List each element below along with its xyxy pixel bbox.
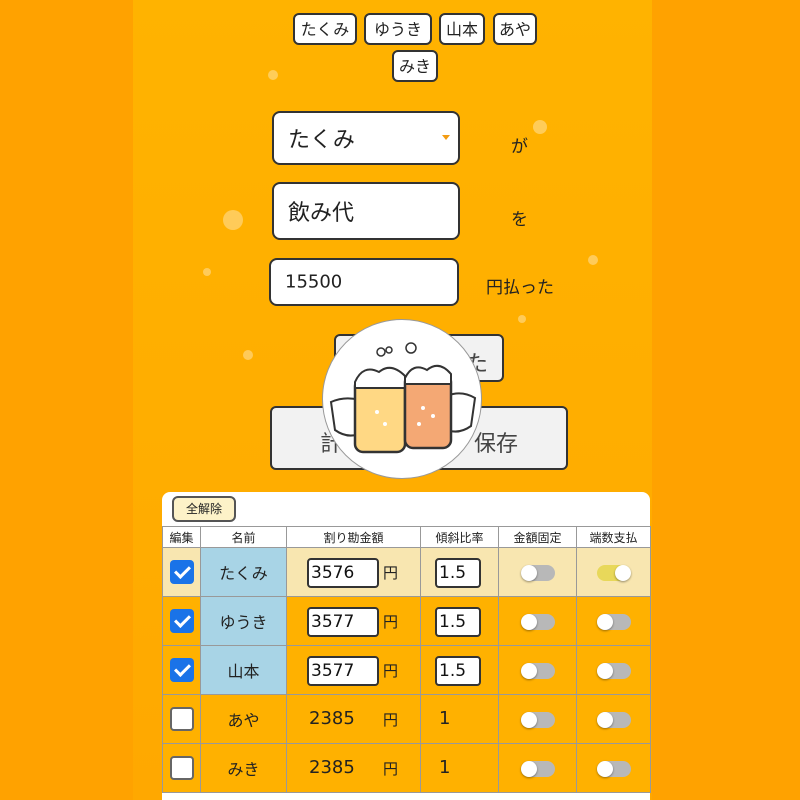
clear-all-button[interactable]: 全解除 bbox=[172, 496, 236, 522]
member-chip[interactable]: たくみ bbox=[293, 13, 357, 45]
table-header-row: 編集 名前 割り勘金額 傾斜比率 金額固定 端数支払 bbox=[162, 526, 651, 548]
bubble bbox=[533, 120, 547, 134]
edit-checkbox[interactable] bbox=[169, 609, 194, 633]
bubble bbox=[203, 268, 211, 276]
row-name: 山本 bbox=[200, 645, 287, 695]
table-body: たくみ 3576 円 1.5 ゆうき 3577 円 1.5 山本 3577 円 1.5 bbox=[162, 547, 651, 793]
bubble bbox=[243, 350, 253, 360]
item-suffix: を bbox=[511, 210, 528, 230]
fraction-toggle[interactable] bbox=[596, 663, 631, 679]
fraction-toggle[interactable] bbox=[596, 565, 631, 581]
row-name: ゆうき bbox=[200, 596, 287, 646]
row-name: たくみ bbox=[200, 547, 287, 597]
amount-value: 2385 bbox=[309, 708, 355, 729]
bubble bbox=[588, 255, 598, 265]
table-row: 山本 3577 円 1.5 bbox=[162, 645, 651, 695]
fixed-toggle[interactable] bbox=[520, 761, 555, 777]
header-ratio: 傾斜比率 bbox=[420, 526, 499, 548]
bubble bbox=[268, 70, 278, 80]
header-amount: 割り勘金額 bbox=[286, 526, 421, 548]
row-name: あや bbox=[200, 694, 287, 744]
beer-cheers-graphic bbox=[329, 342, 477, 454]
yen-label: 円 bbox=[383, 760, 399, 778]
bubble bbox=[518, 315, 526, 323]
amount-field[interactable]: 3577 bbox=[307, 607, 379, 637]
fraction-toggle[interactable] bbox=[596, 712, 631, 728]
amount-value: 2385 bbox=[309, 757, 355, 778]
edit-checkbox[interactable] bbox=[169, 560, 194, 584]
save-button-label: 保存 bbox=[474, 432, 519, 457]
amount-suffix: 円払った bbox=[486, 278, 554, 298]
ratio-field[interactable]: 1.5 bbox=[435, 656, 481, 686]
ratio-value: 1 bbox=[439, 708, 451, 729]
split-table: 編集 名前 割り勘金額 傾斜比率 金額固定 端数支払 たくみ 3576 円 1.5… bbox=[162, 526, 651, 793]
header-fixed: 金額固定 bbox=[498, 526, 577, 548]
item-value: 飲み代 bbox=[288, 201, 355, 226]
bubble bbox=[223, 210, 243, 230]
payer-suffix: が bbox=[511, 137, 528, 157]
fraction-toggle[interactable] bbox=[596, 761, 631, 777]
fixed-toggle[interactable] bbox=[520, 614, 555, 630]
beer-cheers-icon bbox=[322, 319, 482, 479]
table-row: あや 2385 円 1 bbox=[162, 694, 651, 744]
row-name: みき bbox=[200, 743, 287, 793]
fraction-toggle[interactable] bbox=[596, 614, 631, 630]
ratio-value: 1 bbox=[439, 757, 451, 778]
fixed-toggle[interactable] bbox=[520, 565, 555, 581]
split-table-panel: 全解除 編集 名前 割り勘金額 傾斜比率 金額固定 端数支払 たくみ 3576 円… bbox=[162, 492, 651, 800]
header-fraction: 端数支払 bbox=[576, 526, 651, 548]
caret-down-icon bbox=[442, 135, 450, 140]
ratio-field[interactable]: 1.5 bbox=[435, 607, 481, 637]
table-row: みき 2385 円 1 bbox=[162, 743, 651, 793]
header-edit: 編集 bbox=[162, 526, 201, 548]
table-row: ゆうき 3577 円 1.5 bbox=[162, 596, 651, 646]
member-chip[interactable]: ゆうき bbox=[364, 13, 432, 45]
payer-value: たくみ bbox=[288, 128, 355, 153]
header-name: 名前 bbox=[200, 526, 287, 548]
edit-checkbox[interactable] bbox=[169, 658, 194, 682]
member-chip[interactable]: 山本 bbox=[439, 13, 485, 45]
yen-label: 円 bbox=[383, 564, 399, 582]
yen-label: 円 bbox=[383, 711, 399, 729]
amount-value: 15500 bbox=[285, 271, 343, 293]
edit-checkbox[interactable] bbox=[169, 756, 194, 780]
amount-field[interactable]: 3576 bbox=[307, 558, 379, 588]
fixed-toggle[interactable] bbox=[520, 712, 555, 728]
amount-input[interactable]: 15500 bbox=[269, 258, 459, 306]
ratio-field[interactable]: 1.5 bbox=[435, 558, 481, 588]
yen-label: 円 bbox=[383, 662, 399, 680]
member-chip[interactable]: みき bbox=[392, 50, 438, 82]
amount-field[interactable]: 3577 bbox=[307, 656, 379, 686]
yen-label: 円 bbox=[383, 613, 399, 631]
payer-select[interactable]: たくみ bbox=[272, 111, 460, 165]
fixed-toggle[interactable] bbox=[520, 663, 555, 679]
edit-checkbox[interactable] bbox=[169, 707, 194, 731]
member-chip[interactable]: あや bbox=[493, 13, 537, 45]
item-input[interactable]: 飲み代 bbox=[272, 182, 460, 240]
table-row: たくみ 3576 円 1.5 bbox=[162, 547, 651, 597]
